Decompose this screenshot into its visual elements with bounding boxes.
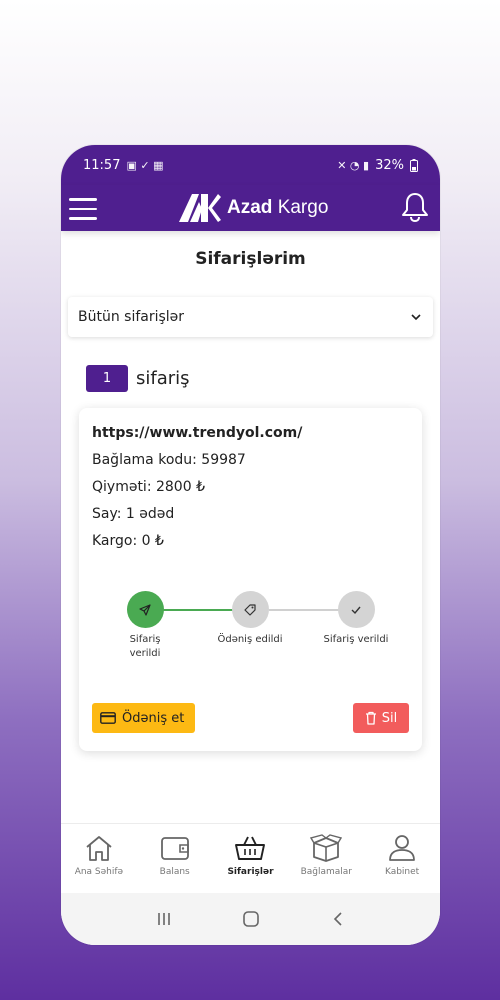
delete-button[interactable]: Sil	[353, 703, 409, 733]
order-price: Qiyməti: 2800 ₺	[92, 479, 205, 495]
nav-label: Kabinet	[384, 867, 420, 877]
page-title: Sifarişlərim	[195, 249, 306, 269]
nav-label: Ana Səhifə	[74, 867, 124, 877]
chevron-down-icon	[411, 314, 421, 321]
box-icon	[310, 834, 343, 862]
menu-button[interactable]	[69, 194, 97, 220]
orders-count-label: sifariş	[136, 368, 190, 389]
home-button-icon[interactable]	[242, 910, 260, 928]
credit-card-icon	[100, 712, 116, 724]
order-card: https://www.trendyol.com/ Bağlama kodu: …	[79, 408, 422, 751]
basket-icon	[235, 836, 266, 860]
nav-label: Bağlamalar	[300, 867, 352, 877]
order-package-code: Bağlama kodu: 59987	[92, 452, 246, 468]
recent-apps-icon[interactable]	[156, 911, 172, 927]
nav-label: Balans	[159, 867, 190, 877]
logo-mark-icon	[179, 194, 221, 222]
order-cargo: Kargo: 0 ₺	[92, 533, 164, 549]
orders-count-badge: 1	[86, 365, 128, 392]
notifications-button[interactable]	[400, 191, 430, 223]
nav-item-account[interactable]: Kabinet	[364, 824, 440, 893]
trash-icon	[365, 711, 376, 725]
bottom-navigation: Ana Səhifə Balans Sifarişlər Bağlamalar …	[61, 823, 440, 893]
step-ordered: Sifariş verildi	[90, 591, 200, 661]
pay-button[interactable]: Ödəniş et	[92, 703, 195, 733]
orders-count: 1 sifariş	[86, 365, 190, 392]
battery-level: 32%	[375, 157, 404, 173]
battery-icon	[410, 158, 418, 172]
notification-icons: ▣ ✓ ▦	[126, 158, 164, 172]
nav-item-orders[interactable]: Sifarişlər	[213, 824, 289, 893]
nav-item-balance[interactable]: Balans	[137, 824, 213, 893]
phone-screen: 11:57 ▣ ✓ ▦ ✕ ◔ ▮ 32% Azad Kargo Sifariş…	[61, 145, 440, 945]
nav-label: Sifarişlər	[227, 867, 274, 877]
nav-item-packages[interactable]: Bağlamalar	[288, 824, 364, 893]
system-navigation-bar	[61, 893, 440, 945]
logo: Azad Kargo	[179, 193, 328, 223]
order-status-stepper: Sifariş verildi Ödəniş edildi Sifariş ve…	[79, 591, 422, 671]
filter-value: Bütün sifarişlər	[78, 309, 185, 325]
nav-item-home[interactable]: Ana Səhifə	[61, 824, 137, 893]
send-icon	[126, 591, 164, 628]
user-icon	[389, 835, 415, 861]
logo-text: Azad Kargo	[227, 197, 329, 218]
app-bar: Azad Kargo	[61, 185, 440, 231]
tag-icon	[231, 591, 269, 628]
step-delivered: Sifariş verildi	[301, 591, 411, 647]
wallet-icon	[160, 837, 189, 860]
step-label: Sifariş verildi	[323, 634, 389, 645]
pay-button-label: Ödəniş et	[122, 710, 185, 726]
bell-icon	[402, 193, 428, 223]
step-paid: Ödəniş edildi	[195, 591, 305, 647]
status-bar: 11:57 ▣ ✓ ▦ ✕ ◔ ▮ 32%	[61, 145, 440, 185]
check-icon	[337, 591, 375, 628]
back-icon[interactable]	[331, 911, 345, 927]
status-time: 11:57	[83, 157, 121, 173]
delete-button-label: Sil	[381, 710, 398, 726]
home-icon	[86, 836, 112, 861]
signal-icons: ✕ ◔ ▮	[337, 158, 370, 172]
order-quantity: Say: 1 ədəd	[92, 506, 175, 522]
order-filter-select[interactable]: Bütün sifarişlər	[68, 297, 433, 337]
step-label: Sifariş verildi	[129, 634, 161, 659]
step-label: Ödəniş edildi	[217, 634, 283, 645]
order-url: https://www.trendyol.com/	[92, 425, 303, 441]
